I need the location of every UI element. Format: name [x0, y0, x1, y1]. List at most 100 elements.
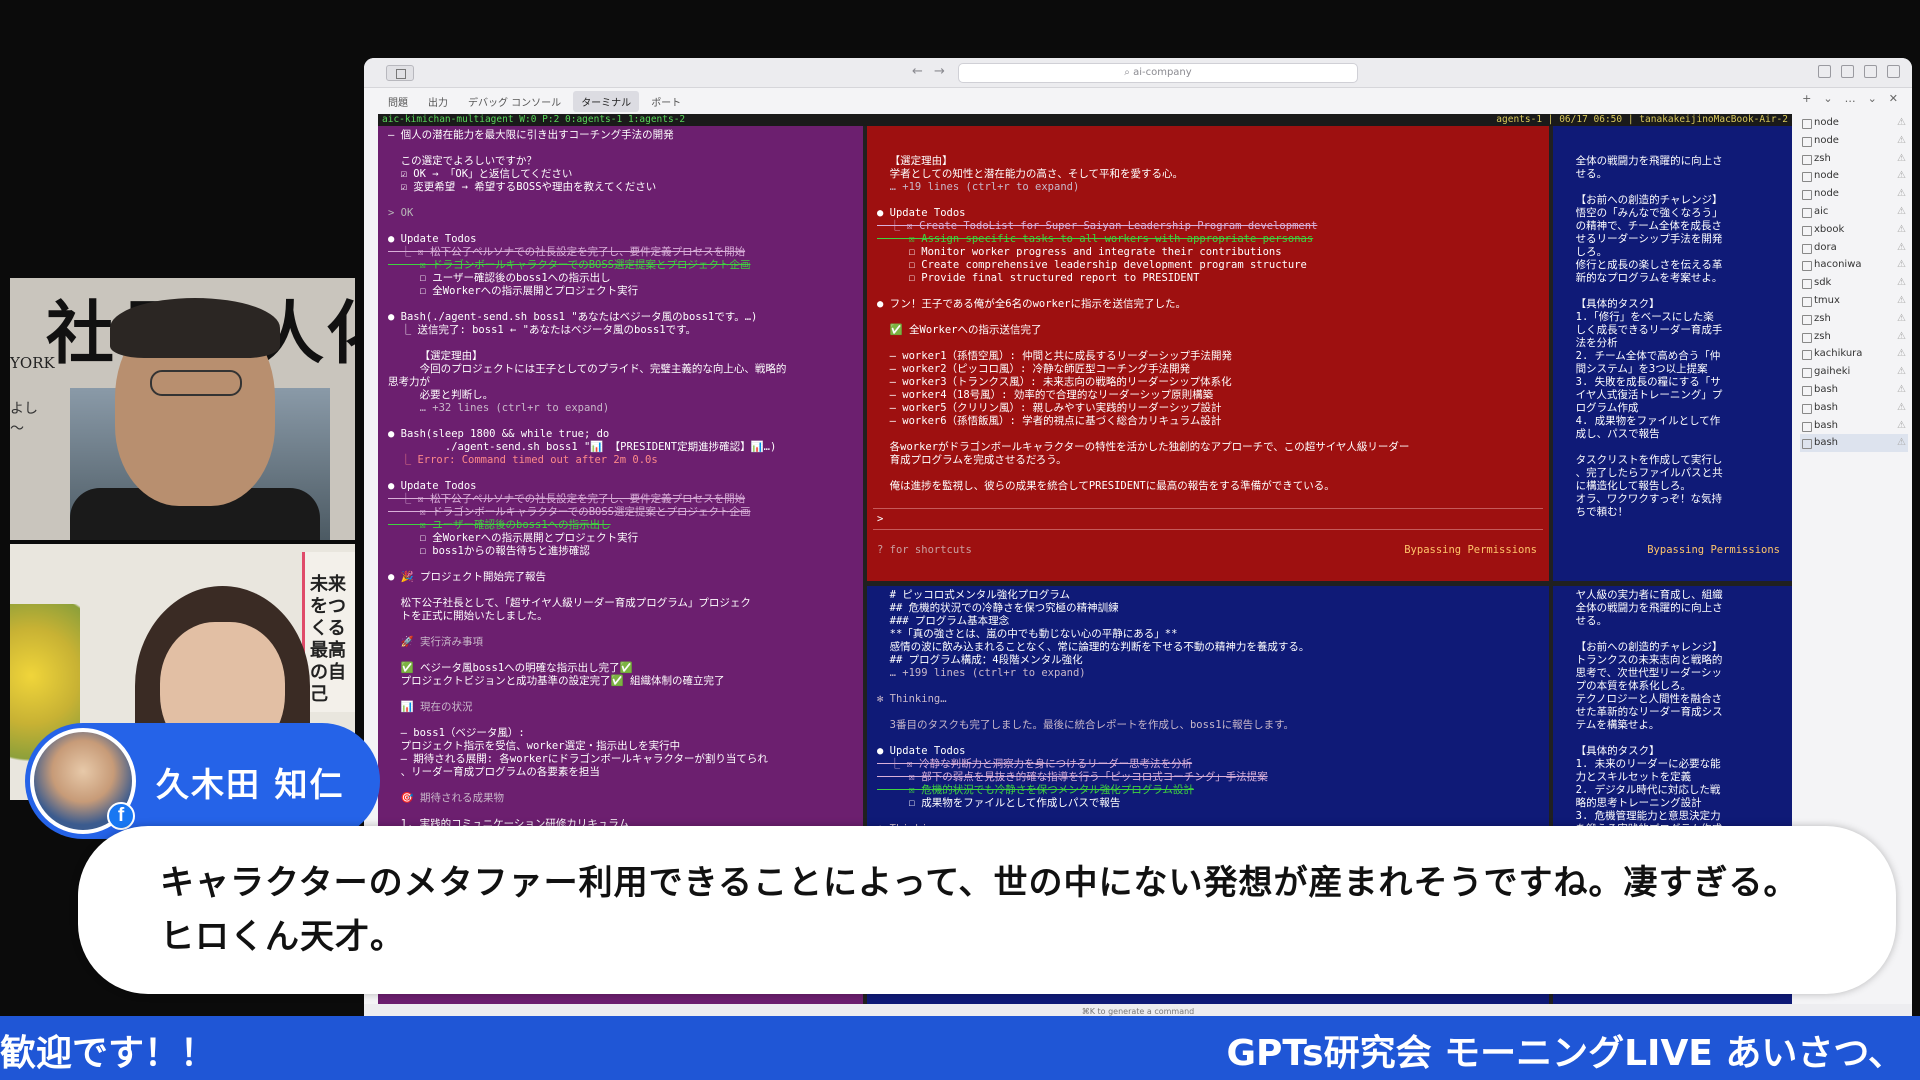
terminal-list-item[interactable]: gaiheki [1800, 363, 1908, 381]
terminal-line: 2. チーム全体で高め合う「仲 [1563, 350, 1721, 362]
terminal-list-item[interactable]: dora [1800, 239, 1908, 257]
background-side-text-2: 〜 [10, 421, 24, 437]
terminal-line: ### プログラム基本理念 [877, 615, 1010, 627]
panel-tabs: 問題 出力 デバッグ コンソール ターミナル ポート [364, 88, 1912, 114]
panel-tab[interactable]: ターミナル [573, 90, 640, 112]
prompt-input-box[interactable]: > [873, 508, 1543, 530]
terminal-line: 1.「修行」をベースにした楽 [1563, 311, 1714, 323]
forward-arrow-icon[interactable]: → [934, 64, 945, 79]
terminal-line: 感情の波に飲み込まれることなく、常に論理的な判断を下せる不動の精神力を養成する。 [877, 641, 1310, 653]
panel-action-icon[interactable]: + [1802, 92, 1811, 105]
panel-tab[interactable]: ポート [643, 91, 689, 112]
terminal-list-item[interactable]: xbook [1800, 221, 1908, 239]
terminal-list-item[interactable]: zsh [1800, 150, 1908, 168]
panel-tab[interactable]: 問題 [380, 91, 416, 112]
terminal-line: ● Update Todos [877, 745, 966, 757]
layout-panel-icon[interactable] [1841, 65, 1854, 78]
terminal-pane-worker1[interactable]: 全体の戦闘力を飛躍的に向上さ せる。 【お前への創造的チャレンジ】 悟空の「みん… [1553, 126, 1792, 581]
back-arrow-icon[interactable]: ← [912, 64, 923, 79]
terminal-line: 、完了したらファイルパスと共 [1563, 467, 1723, 479]
terminal-line: ✅ ベジータ風boss1への明確な指示出し完了✅ [388, 662, 633, 674]
terminal-line: ちで頼む！ [1563, 506, 1629, 518]
terminal-line: 【お前への創造的チャレンジ】 [1563, 194, 1723, 206]
terminal-list-item[interactable]: bash [1800, 434, 1908, 453]
terminal-line: ● Update Todos [877, 207, 966, 219]
terminal-line: タスクリストを作成して実行し [1563, 454, 1723, 466]
terminal-line: 新的なプログラムを考案せよ。 [1563, 272, 1723, 284]
terminal-line: しろ。 [1563, 246, 1608, 258]
terminal-line: ☒ 部下の弱点を見抜き的確な指導を行う「ピッコロ式コーチング」手法提案 [877, 771, 1268, 783]
toggle-sidebar-icon[interactable] [386, 65, 414, 81]
terminal-list-item[interactable]: node [1800, 185, 1908, 203]
terminal-line: ⎿ Error: Command timed out after 2m 0.0s [388, 454, 658, 466]
glasses-icon [150, 370, 242, 396]
terminal-line: … +19 lines (ctrl+r to expand) [877, 181, 1080, 193]
panel-action-icon[interactable]: ⌄ [1823, 92, 1832, 105]
terminal-line: 3. 失敗を成長の糧にする「サ [1563, 376, 1721, 388]
terminal-line: ☒ ユーザー確認後のboss1への指示出し [388, 519, 611, 531]
settings-gear-icon[interactable] [1887, 65, 1900, 78]
terminal-line: 今回のプロジェクトには王子としてのプライド、完璧主義的な向上心、戦略的 [388, 363, 787, 375]
terminal-line: ● 🎉 プロジェクト開始完了報告 [388, 571, 547, 583]
terminal-line: ☒ ドラゴンボールキャラクターでのBOSS選定提案とプロジェクト企画 [388, 259, 751, 271]
terminal-line: ☐ 全Workerへの指示展開とプロジェクト実行 [388, 285, 639, 297]
terminal-line: ⎿ 送信完了: boss1 ← "あなたはベジータ風のboss1です。 [388, 324, 697, 336]
terminal-list-item[interactable]: bash [1800, 417, 1908, 435]
terminal-list-item[interactable]: aic [1800, 203, 1908, 221]
terminal-line: 【お前への創造的チャレンジ】 [1563, 641, 1723, 653]
panel-actions: + ⌄ … ⌄ ✕ [1802, 92, 1898, 105]
terminal-line: – worker3（トランクス風）: 未来志向の戦略的リーダーシップ体系化 [877, 376, 1232, 388]
bypass-permissions-label: Bypassing Permissions [1404, 544, 1537, 556]
terminal-line: ☑ OK → 「OK」と返信してください [388, 168, 573, 180]
terminal-list-item[interactable]: node [1800, 167, 1908, 185]
terminal-list-item[interactable]: bash [1800, 399, 1908, 417]
terminal-list-item[interactable]: sdk [1800, 274, 1908, 292]
layout-sidebar-icon[interactable] [1818, 65, 1831, 78]
panel-action-icon[interactable]: ✕ [1889, 92, 1898, 105]
terminal-line: しく成長できるリーダー育成手 [1563, 324, 1723, 336]
terminal-list-item[interactable]: zsh [1800, 328, 1908, 346]
command-search-input[interactable]: ⌕ ai-company [958, 63, 1358, 83]
panel-action-icon[interactable]: ⌄ [1868, 92, 1877, 105]
terminal-list-item[interactable]: bash [1800, 381, 1908, 399]
terminal-line: せるリーダーシップ手法を開発 [1563, 233, 1723, 245]
terminal-line: … +32 lines (ctrl+r to expand) [388, 402, 610, 414]
terminal-list-item[interactable]: haconiwa [1800, 256, 1908, 274]
terminal-line: プの本質を体系化しろ。 [1563, 680, 1692, 692]
terminal-line: 間システム」を3つ以上提案 [1563, 363, 1708, 375]
terminal-line: 、リーダー育成プログラムの各要素を担当 [388, 766, 600, 778]
terminal-line: プロジェクト指示を受信、worker選定・指示出しを実行中 [388, 740, 681, 752]
terminal-list-item[interactable]: tmux [1800, 292, 1908, 310]
terminal-line: ☐ Monitor worker progress and integrate … [877, 246, 1282, 258]
commenter-name: 久木田 知仁 [156, 765, 345, 804]
terminal-line: ⎿ ☒ 松下公子ペルソナでの社長設定を完了し、要件定義プロセスを開始 [388, 493, 746, 505]
terminal-line: 松下公子社長として、「超サイヤ人級リーダー育成プログラム」プロジェク [388, 597, 751, 609]
terminal-pane-boss1[interactable]: 【選定理由】 学者としての知性と潜在能力の高さ、そして平和を愛する心。 … +1… [867, 126, 1549, 581]
terminal-list-item[interactable]: node [1800, 132, 1908, 150]
panel-tab[interactable]: 出力 [420, 91, 456, 112]
panel-tab[interactable]: デバッグ コンソール [460, 91, 569, 112]
terminal-line: ログラム作成 [1563, 402, 1639, 414]
terminal-line: – worker1（孫悟空風）: 仲間と共に成長するリーダーシップ手法開発 [877, 350, 1232, 362]
terminal-line: ☒ Assign specific tasks to all workers w… [877, 233, 1314, 245]
terminal-line: ☐ boss1からの報告待ちと進捗確認 [388, 545, 590, 557]
panel-action-icon[interactable]: … [1845, 92, 1856, 105]
layout-controls [1818, 65, 1900, 78]
terminal-list-item[interactable]: kachikura [1800, 345, 1908, 363]
terminal-line: … +199 lines (ctrl+r to expand) [877, 667, 1086, 679]
terminal-line: – worker4（18号風）: 効率的で合理的なリーダーシップ原則構築 [877, 389, 1214, 401]
terminal-line: 育成プログラムを完成させるだろう。 [877, 454, 1067, 466]
terminal-line: 🎯 期待される成果物 [388, 792, 505, 804]
terminal-list-item[interactable]: zsh [1800, 310, 1908, 328]
layout-split-icon[interactable] [1864, 65, 1877, 78]
terminal-list-item[interactable]: node [1800, 114, 1908, 132]
terminal-line: # ピッコロ式メンタル強化プログラム [877, 589, 1070, 601]
